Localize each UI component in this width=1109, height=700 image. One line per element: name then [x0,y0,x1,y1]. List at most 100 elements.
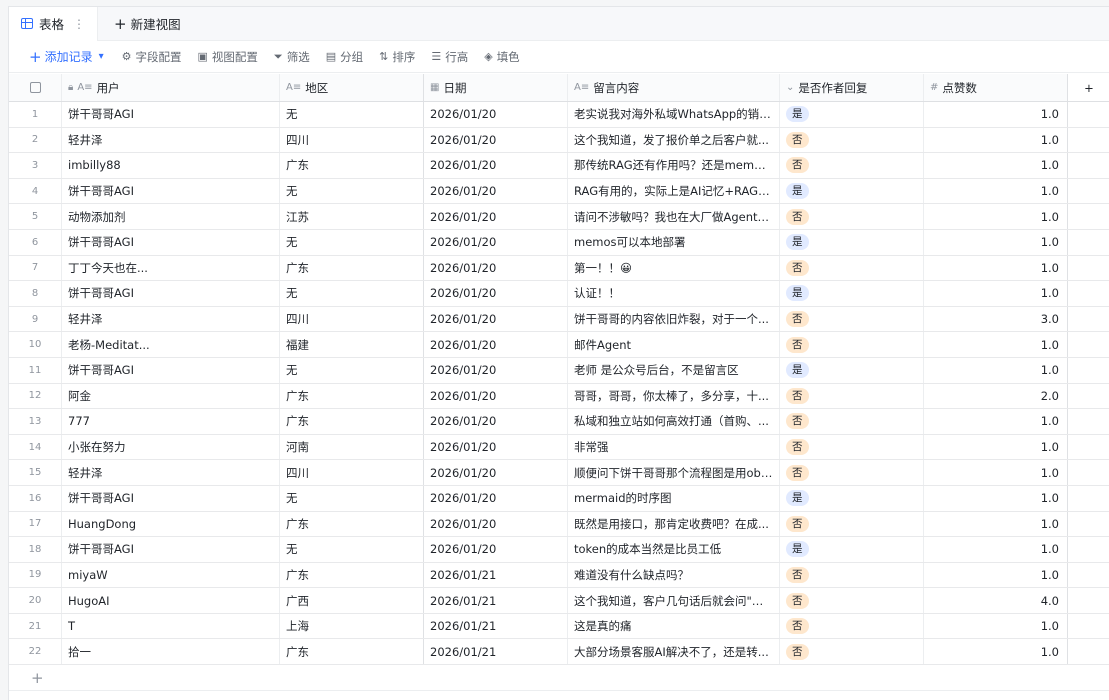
reply-cell[interactable]: 否 [780,409,924,434]
region-cell[interactable]: 广东 [280,153,424,178]
add-column-button[interactable]: + [1068,74,1109,101]
table-row[interactable]: 13 777 广东 2026/01/20 私域和独立站如何高效打通（首购、... 否 1.0 [9,409,1109,435]
column-header-reply[interactable]: ⌄ 是否作者回复 [780,74,924,101]
user-cell[interactable]: 饼干哥哥AGI [62,281,280,306]
user-cell[interactable]: 小张在努力 [62,434,280,460]
likes-cell[interactable]: 1.0 [924,255,1068,281]
message-cell[interactable]: mermaid的时序图 [568,485,780,511]
date-cell[interactable]: 2026/01/20 [424,127,568,153]
table-row[interactable]: 14 小张在努力 河南 2026/01/20 非常强 否 1.0 [9,434,1109,461]
user-cell[interactable]: 轻井泽 [62,127,280,153]
message-cell[interactable]: 难道没有什么缺点吗？ [568,562,780,588]
fill-color-button[interactable]: ◈ 填色 [484,49,519,65]
date-cell[interactable]: 2026/01/20 [424,281,568,306]
date-cell[interactable]: 2026/01/20 [424,204,568,229]
chevron-down-icon[interactable]: ▾ [99,51,104,62]
region-cell[interactable]: 广东 [280,255,424,281]
message-cell[interactable]: 邮件Agent [568,332,780,357]
reply-cell[interactable]: 是 [780,357,924,383]
reply-cell[interactable]: 否 [780,639,924,665]
message-cell[interactable]: 饼干哥哥的内容依旧炸裂，对于一个... [568,306,780,332]
user-cell[interactable]: 动物添加剂 [62,204,280,229]
view-config-button[interactable]: ▣ 视图配置 [198,49,258,65]
date-cell[interactable]: 2026/01/21 [424,639,568,665]
reply-cell[interactable]: 否 [780,204,924,229]
likes-cell[interactable]: 1.0 [924,357,1068,383]
likes-cell[interactable]: 1.0 [924,613,1068,639]
column-header-likes[interactable]: # 点赞数 [924,74,1068,101]
column-header-region[interactable]: A≡ 地区 [280,74,424,101]
message-cell[interactable]: 这个我知道，发了报价单之后客户就... [568,127,780,153]
select-all-checkbox[interactable] [29,82,41,93]
likes-cell[interactable]: 1.0 [924,127,1068,153]
table-row[interactable]: 19 miyaW 广东 2026/01/21 难道没有什么缺点吗？ 否 1.0 [9,562,1109,589]
date-cell[interactable]: 2026/01/20 [424,255,568,281]
user-cell[interactable]: 轻井泽 [62,306,280,332]
reply-cell[interactable]: 是 [780,102,924,127]
likes-cell[interactable]: 2.0 [924,383,1068,409]
user-cell[interactable]: 饼干哥哥AGI [62,357,280,383]
reply-cell[interactable]: 否 [780,588,924,613]
table-row[interactable]: 5 动物添加剂 江苏 2026/01/20 请问不涉敏吗？我也在大厂做Agent，...… [9,204,1109,230]
likes-cell[interactable]: 1.0 [924,204,1068,229]
reply-cell[interactable]: 否 [780,460,924,485]
new-view-button[interactable]: + 新建视图 [114,14,181,33]
table-row[interactable]: 3 imbilly88 广东 2026/01/20 那传统RAG还有作用吗？还是mem使… [9,153,1109,179]
reply-cell[interactable]: 否 [780,511,924,537]
reply-cell[interactable]: 否 [780,383,924,409]
add-row-button[interactable]: + [9,665,1109,692]
user-cell[interactable]: 饼干哥哥AGI [62,178,280,204]
likes-cell[interactable]: 1.0 [924,460,1068,485]
select-all-cell[interactable] [9,74,62,101]
date-cell[interactable]: 2026/01/20 [424,485,568,511]
table-row[interactable]: 8 饼干哥哥AGI 无 2026/01/20 认证！！ 是 1.0 [9,281,1109,307]
filter-button[interactable]: ⏷ 筛选 [274,49,310,65]
likes-cell[interactable]: 1.0 [924,332,1068,357]
table-row[interactable]: 6 饼干哥哥AGI 无 2026/01/20 memos可以本地部署 是 1.0 [9,229,1109,256]
region-cell[interactable]: 广东 [280,383,424,409]
message-cell[interactable]: 大部分场景客服AI解决不了，还是转... [568,639,780,665]
user-cell[interactable]: 777 [62,409,280,434]
region-cell[interactable]: 无 [280,485,424,511]
date-cell[interactable]: 2026/01/20 [424,153,568,178]
reply-cell[interactable]: 否 [780,562,924,588]
message-cell[interactable]: 那传统RAG还有作用吗？还是mem使... [568,153,780,178]
date-cell[interactable]: 2026/01/20 [424,511,568,537]
message-cell[interactable]: 认证！！ [568,281,780,306]
table-row[interactable]: 1 饼干哥哥AGI 无 2026/01/20 老实说我对海外私域WhatsApp的销售.… [9,102,1109,128]
message-cell[interactable]: 顺便问下饼干哥哥那个流程图是用obis... [568,460,780,485]
date-cell[interactable]: 2026/01/20 [424,357,568,383]
table-row[interactable]: 10 老杨-Meditat... 福建 2026/01/20 邮件Agent 否 1.0 [9,332,1109,358]
region-cell[interactable]: 河南 [280,434,424,460]
likes-cell[interactable]: 1.0 [924,153,1068,178]
message-cell[interactable]: 私域和独立站如何高效打通（首购、... [568,409,780,434]
sort-button[interactable]: ⇅ 排序 [379,49,415,65]
message-cell[interactable]: 非常强 [568,434,780,460]
likes-cell[interactable]: 1.0 [924,409,1068,434]
reply-cell[interactable]: 是 [780,178,924,204]
date-cell[interactable]: 2026/01/20 [424,537,568,562]
table-row[interactable]: 9 轻井泽 四川 2026/01/20 饼干哥哥的内容依旧炸裂，对于一个... 否 3.0 [9,306,1109,333]
tab-table-view[interactable]: 表格 ⋮ [9,6,99,41]
region-cell[interactable]: 广东 [280,639,424,665]
date-cell[interactable]: 2026/01/21 [424,562,568,588]
message-cell[interactable]: 老实说我对海外私域WhatsApp的销售... [568,102,780,127]
reply-cell[interactable]: 否 [780,153,924,178]
user-cell[interactable]: HuangDong [62,511,280,537]
message-cell[interactable]: RAG有用的，实际上是AI记忆+RAG，... [568,178,780,204]
reply-cell[interactable]: 是 [780,485,924,511]
likes-cell[interactable]: 1.0 [924,562,1068,588]
column-header-message[interactable]: A≡ 留言内容 [568,74,780,101]
region-cell[interactable]: 广东 [280,511,424,537]
region-cell[interactable]: 无 [280,357,424,383]
date-cell[interactable]: 2026/01/21 [424,588,568,613]
message-cell[interactable]: memos可以本地部署 [568,229,780,255]
date-cell[interactable]: 2026/01/20 [424,306,568,332]
message-cell[interactable]: 老师 是公众号后台，不是留言区 [568,357,780,383]
add-record-button[interactable]: + 添加记录 ▾ [29,48,104,66]
user-cell[interactable]: HugoAI [62,588,280,613]
table-row[interactable]: 12 阿金 广东 2026/01/20 哥哥，哥哥，你太棒了，多分享，十... 否 2.0 [9,383,1109,410]
region-cell[interactable]: 无 [280,537,424,562]
reply-cell[interactable]: 是 [780,229,924,255]
date-cell[interactable]: 2026/01/20 [424,178,568,204]
